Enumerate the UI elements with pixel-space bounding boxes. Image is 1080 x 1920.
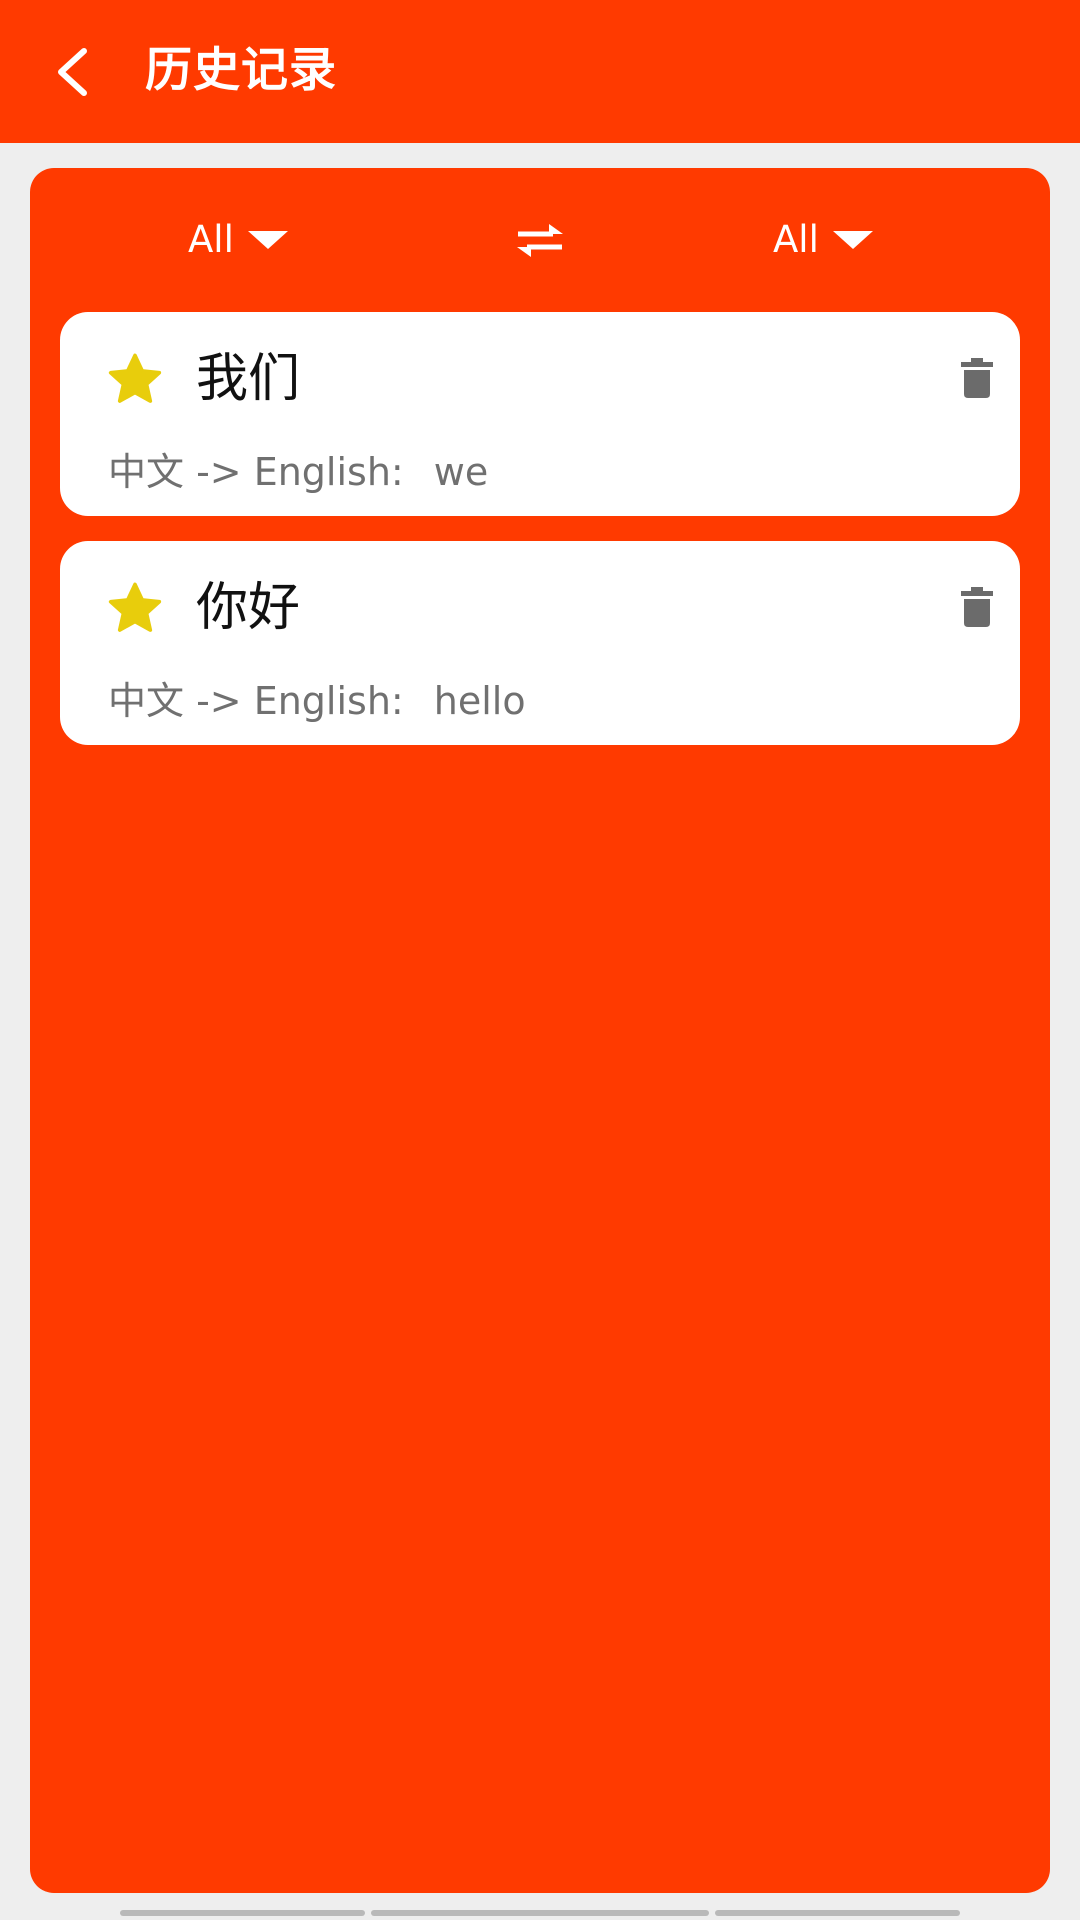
translation-result: we: [433, 450, 489, 494]
history-item[interactable]: 我们 中文 -> English: we: [60, 312, 1020, 516]
star-icon[interactable]: [105, 579, 165, 639]
star-icon[interactable]: [105, 350, 165, 410]
swap-languages-button[interactable]: [510, 212, 570, 268]
target-language-dropdown[interactable]: All: [773, 206, 873, 272]
app-bar: 历史记录: [0, 0, 1080, 143]
scroll-indicator-segment: [120, 1910, 365, 1916]
translation-direction: 中文 -> English:: [108, 679, 404, 723]
trash-icon: [961, 358, 993, 398]
translation-info: 中文 -> English: we: [108, 448, 488, 496]
translation-info: 中文 -> English: hello: [108, 677, 526, 725]
scroll-indicator-segment: [715, 1910, 960, 1916]
page-title: 历史记录: [145, 43, 337, 98]
delete-button[interactable]: [952, 350, 1002, 406]
caret-down-icon: [832, 231, 873, 249]
history-item[interactable]: 你好 中文 -> English: hello: [60, 541, 1020, 745]
trash-icon: [961, 587, 993, 627]
back-button[interactable]: [38, 34, 106, 110]
translation-result: hello: [433, 679, 526, 723]
chevron-left-icon: [58, 48, 87, 96]
history-term: 我们: [196, 349, 301, 409]
translation-direction: 中文 -> English:: [108, 450, 404, 494]
caret-down-icon: [247, 231, 288, 249]
target-language-label: All: [773, 217, 819, 261]
history-panel: All All 我们 中文 -> English: we 你好 中文 -> En…: [30, 168, 1050, 1893]
delete-button[interactable]: [952, 579, 1002, 635]
source-language-label: All: [188, 217, 234, 261]
source-language-dropdown[interactable]: All: [188, 206, 288, 272]
history-term: 你好: [196, 578, 301, 638]
scroll-indicator-segment: [371, 1910, 709, 1916]
swap-arrows-icon: [517, 224, 563, 257]
